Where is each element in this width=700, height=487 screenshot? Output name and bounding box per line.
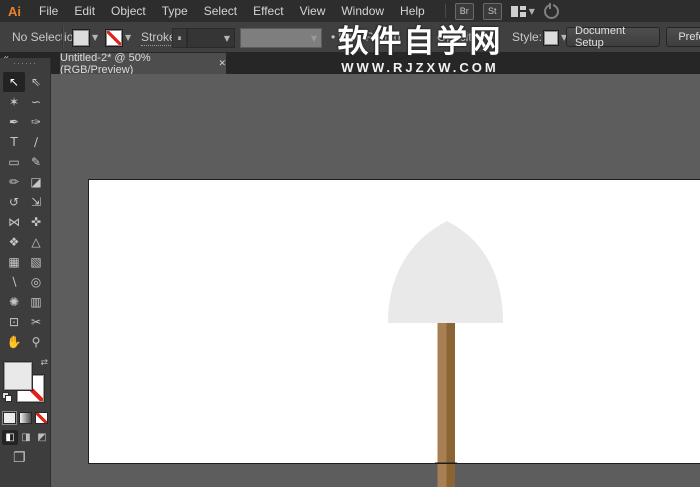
illustrator-window: Ai File Edit Object Type Select Effect View Win…	[0, 0, 700, 487]
slice-tool[interactable]: ✂	[25, 312, 47, 332]
menu-separator	[444, 4, 446, 18]
lasso-tool[interactable]: ∽	[25, 92, 47, 112]
line-segment-tool[interactable]: ∕	[25, 132, 47, 152]
none-button[interactable]	[35, 412, 48, 424]
swap-fill-stroke-icon[interactable]: ⇄	[40, 358, 48, 368]
draw-behind-mode[interactable]: ◨	[18, 430, 34, 445]
perspective-grid-tool[interactable]: △	[25, 232, 47, 252]
selection-status: No Selection	[12, 30, 81, 44]
rotate-tool[interactable]: ↺	[3, 192, 25, 212]
drawing-modes: ◧ ◨ ◩	[2, 430, 50, 445]
fill-swatch[interactable]	[4, 362, 32, 390]
screen-mode-icon[interactable]: ❐	[13, 450, 26, 466]
panel-grip[interactable]: ······	[0, 58, 50, 68]
column-graph-tool[interactable]: ▥	[25, 292, 47, 312]
artboard-tool[interactable]: ⊡	[3, 312, 25, 332]
artboard[interactable]	[88, 179, 700, 464]
menu-window[interactable]: Window	[333, 4, 392, 18]
menu-items: File Edit Object Type Select Effect View Window…	[31, 4, 433, 18]
menu-object[interactable]: Object	[103, 4, 154, 18]
stroke-weight-stepper[interactable]: ▴ ▾	[172, 28, 187, 48]
tools-panel: ······ ↖ ⇖ ✶ ∽ ✒ ✑ T ∕ ▭ ✎ ✏ ◪ ↺ ⇲ ⋈ ✜ ❖ △ ▦ ▧ ∖ ◎ ✺ ▥ ⊡ ✂ ✋ ⚲ ⇄ ◧ ◨…	[0, 58, 51, 487]
style-swatch[interactable]	[543, 30, 559, 46]
document-tab-title: Untitled-2* @ 50% (RGB/Preview)	[60, 51, 151, 76]
style-label: Style:	[512, 30, 543, 44]
control-bar: No Selection ▼ ▼ Stroke: ▴ ▾ ▼ ▼ • 5 pt. …	[0, 22, 700, 53]
zoom-tool[interactable]: ⚲	[25, 332, 47, 352]
pen-tool[interactable]: ✒	[3, 112, 25, 132]
shape-builder-tool[interactable]: ❖	[3, 232, 25, 252]
width-profile-dropdown: ▼	[240, 28, 322, 48]
preferences-button[interactable]: Preferences	[666, 27, 700, 47]
rectangle-tool[interactable]: ▭	[3, 152, 25, 172]
menu-type[interactable]: Type	[154, 4, 196, 18]
type-tool[interactable]: T	[3, 132, 25, 152]
hand-tool[interactable]: ✋	[3, 332, 25, 352]
tab-close-icon[interactable]: ✕	[218, 59, 226, 69]
menu-edit[interactable]: Edit	[66, 4, 103, 18]
symbol-sprayer-tool[interactable]: ✺	[3, 292, 25, 312]
tab-bar: « Untitled-2* @ 50% (RGB/Preview) ✕	[0, 51, 700, 76]
curvature-tool[interactable]: ✑	[25, 112, 47, 132]
cs-live-icon[interactable]	[543, 2, 559, 19]
color-button[interactable]	[2, 411, 17, 425]
paint-type-buttons	[2, 411, 48, 425]
document-tab[interactable]: Untitled-2* @ 50% (RGB/Preview) ✕	[60, 51, 226, 76]
fill-stroke-indicator: ⇄	[2, 358, 48, 408]
mesh-tool[interactable]: ▦	[3, 252, 25, 272]
fill-chevron-icon[interactable]: ▼	[92, 33, 98, 42]
app-logo: Ai	[8, 3, 21, 19]
menu-effect[interactable]: Effect	[245, 4, 291, 18]
fill-color-swatch[interactable]	[72, 29, 90, 47]
draw-normal-mode[interactable]: ◧	[2, 430, 18, 445]
menu-select[interactable]: Select	[196, 4, 245, 18]
menu-help[interactable]: Help	[392, 4, 433, 18]
selection-tool[interactable]: ↖	[3, 72, 25, 92]
eraser-tool[interactable]: ◪	[25, 172, 47, 192]
pencil-tool[interactable]: ✏	[3, 172, 25, 192]
document-setup-button[interactable]: Document Setup	[566, 25, 660, 49]
tools-grid: ↖ ⇖ ✶ ∽ ✒ ✑ T ∕ ▭ ✎ ✏ ◪ ↺ ⇲ ⋈ ✜ ❖ △ ▦ ▧ ∖ ◎ ✺ ▥ ⊡ ✂ ✋ ⚲	[3, 72, 47, 352]
brush-definition-dropdown[interactable]: • 5 pt. Round	[331, 30, 401, 44]
opacity-label[interactable]: Opacity:	[437, 30, 481, 44]
opacity-panel-chevron[interactable]: ›	[492, 28, 496, 43]
divider	[62, 26, 64, 48]
chevron-down-icon: ▼	[528, 6, 535, 16]
menu-file[interactable]: File	[31, 4, 66, 18]
magic-wand-tool[interactable]: ✶	[3, 92, 25, 112]
workspace-switcher[interactable]: ▼	[510, 5, 535, 17]
gradient-button[interactable]	[19, 412, 32, 424]
scale-tool[interactable]: ⇲	[25, 192, 47, 212]
draw-inside-mode[interactable]: ◩	[34, 430, 50, 445]
workspace-icon	[510, 5, 526, 17]
bridge-button[interactable]: Br	[454, 2, 474, 20]
pasteboard[interactable]	[50, 74, 700, 487]
puppet-warp-tool[interactable]: ✜	[25, 212, 47, 232]
blend-tool[interactable]: ◎	[25, 272, 47, 292]
menu-view[interactable]: View	[292, 4, 334, 18]
menu-bar: Ai File Edit Object Type Select Effect View Win…	[0, 0, 700, 23]
stroke-chevron-icon[interactable]: ▼	[125, 33, 131, 42]
stroke-color-swatch[interactable]	[105, 29, 123, 47]
direct-selection-tool[interactable]: ⇖	[25, 72, 47, 92]
stroke-weight-dropdown[interactable]: ▼	[187, 28, 235, 48]
stock-button[interactable]: St	[482, 2, 502, 20]
width-tool[interactable]: ⋈	[3, 212, 25, 232]
menu-bar-right: Br St ▼	[444, 2, 559, 20]
gradient-tool[interactable]: ▧	[25, 252, 47, 272]
eyedropper-tool[interactable]: ∖	[3, 272, 25, 292]
default-fill-stroke-icon[interactable]	[2, 392, 12, 402]
paintbrush-tool[interactable]: ✎	[25, 152, 47, 172]
